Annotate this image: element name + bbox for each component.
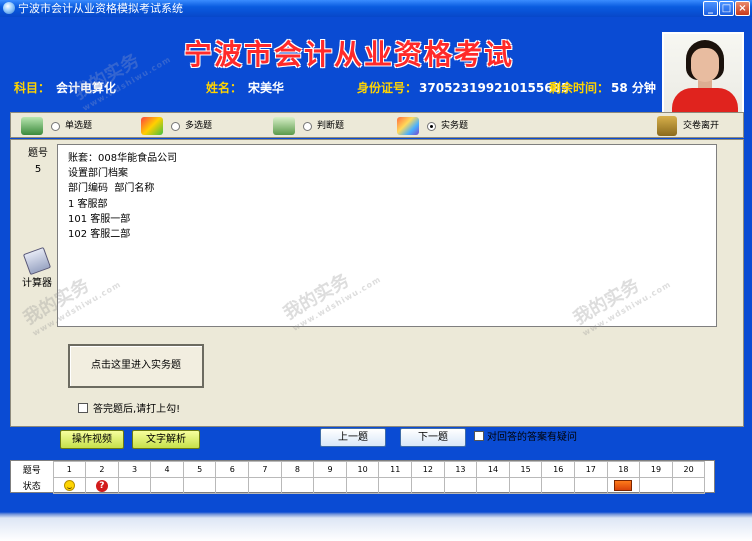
question-type-toolbar: 单选题 多选题 判断题 实务题 交卷离开 <box>10 112 744 138</box>
smiley-icon <box>63 480 75 491</box>
grid-number-cell[interactable]: 14 <box>476 461 510 478</box>
time-value: 58 分钟 <box>611 81 656 95</box>
name-info: 姓名： 宋美华 <box>206 81 285 95</box>
grid-number-cell[interactable]: 9 <box>313 461 347 478</box>
app-window: 宁波市会计从业资格模拟考试系统 _ □ × 宁波市会计从业资格考试 科目： 会计电… <box>0 0 752 541</box>
grid-status-cell[interactable] <box>345 477 380 494</box>
minimize-button[interactable]: _ <box>703 1 718 16</box>
close-button[interactable]: × <box>735 1 750 16</box>
grid-number-cell[interactable]: 18 <box>606 461 641 478</box>
grid-status-cell[interactable] <box>52 477 87 494</box>
grid-status-cell[interactable] <box>671 477 706 494</box>
id-value: 370523199210155685 <box>419 81 570 95</box>
video-button[interactable]: 操作视频 <box>60 430 124 449</box>
name-value: 宋美华 <box>248 81 285 95</box>
grid-number-cell[interactable]: 8 <box>280 461 315 478</box>
grid-status-cell[interactable] <box>476 477 510 494</box>
question-number-value: 5 <box>34 164 42 175</box>
grid-status-cell[interactable] <box>280 477 315 494</box>
grid-status-cell[interactable] <box>541 477 575 494</box>
grid-status-cell[interactable] <box>117 477 152 494</box>
grid-number-cell[interactable]: 12 <box>411 461 445 478</box>
question-line: 102 客服二部 <box>68 229 131 241</box>
analysis-button[interactable]: 文字解析 <box>132 430 200 449</box>
exam-title: 宁波市会计从业资格考试 <box>184 38 515 71</box>
grid-number-cell[interactable]: 15 <box>508 461 543 478</box>
submit-icon <box>657 116 677 136</box>
grid-number-cell[interactable]: 5 <box>182 461 217 478</box>
grid-number-cell[interactable]: 4 <box>150 461 184 478</box>
done-checkbox[interactable] <box>78 403 88 413</box>
id-info: 身份证号： 370523199210155685 <box>357 81 570 95</box>
multi-choice-radio[interactable] <box>171 122 180 131</box>
calculator-button[interactable]: 计算器 <box>17 246 57 289</box>
question-line: 设置部门档案 <box>68 168 128 180</box>
time-info: 剩余时间： 58 分钟 <box>549 81 656 95</box>
grid-status-cell[interactable] <box>150 477 184 494</box>
grid-status-cell[interactable] <box>606 477 641 494</box>
window-title: 宁波市会计从业资格模拟考试系统 <box>18 2 183 15</box>
grid-status-cell[interactable] <box>443 477 478 494</box>
done-checkbox-row[interactable]: 答完题后,请打上勾! <box>78 403 180 417</box>
grid-number-cell[interactable]: 7 <box>248 461 282 478</box>
maximize-button[interactable]: □ <box>719 1 734 16</box>
question-mark-icon: ? <box>95 479 108 492</box>
grid-status-cell[interactable] <box>248 477 282 494</box>
answer-status-grid: 题号 1 2 3 4 5 6 7 8 9 10 11 12 13 14 15 16 17 18 19 20 状态? <box>10 460 715 494</box>
grid-number-cell[interactable]: 6 <box>215 461 250 478</box>
prev-question-button[interactable]: 上一题 <box>320 428 386 447</box>
calculator-icon <box>22 246 52 276</box>
grid-number-cell[interactable]: 3 <box>117 461 152 478</box>
grid-number-cell[interactable]: 16 <box>541 461 575 478</box>
grid-number-cell[interactable]: 11 <box>378 461 413 478</box>
doubt-checkbox-row[interactable]: 对回答的答案有疑问 <box>474 431 577 445</box>
grid-number-cell[interactable]: 10 <box>345 461 380 478</box>
app-icon <box>3 2 15 14</box>
grid-status-cell[interactable] <box>508 477 543 494</box>
enter-practical-button[interactable]: 点击这里进入实务题 <box>68 344 204 388</box>
single-choice-radio[interactable] <box>51 122 60 131</box>
grid-status-cell[interactable] <box>574 477 608 494</box>
grid-status-cell[interactable] <box>411 477 445 494</box>
footer-strip <box>0 496 752 541</box>
question-line: 账套：008华能食品公司 <box>68 153 178 164</box>
grid-status-cell[interactable] <box>215 477 250 494</box>
grid-number-label: 题号 <box>22 466 41 476</box>
grid-number-cell[interactable]: 2 <box>85 461 119 478</box>
question-number: 题号 5 <box>23 146 53 178</box>
grid-number-cell[interactable]: 20 <box>671 461 706 478</box>
question-line: 1 客服部 <box>68 198 108 210</box>
title-bar: 宁波市会计从业资格模拟考试系统 _ □ × <box>0 0 752 17</box>
grid-status-cell[interactable]: ? <box>85 477 119 494</box>
single-choice-icon <box>21 117 43 135</box>
grid-status-cell[interactable] <box>378 477 413 494</box>
grid-status-cell[interactable] <box>639 477 673 494</box>
grid-status-cell[interactable] <box>182 477 217 494</box>
grid-number-cell[interactable]: 1 <box>52 461 87 478</box>
true-false-icon <box>273 117 295 135</box>
doubt-checkbox[interactable] <box>474 431 484 441</box>
practical-icon <box>397 117 419 135</box>
question-line: 部门编码 部门名称 <box>68 183 155 195</box>
question-line: 101 客服一部 <box>68 213 131 225</box>
grid-status-cell[interactable] <box>313 477 347 494</box>
grid-number-cell[interactable]: 19 <box>639 461 673 478</box>
grid-number-cell[interactable]: 17 <box>574 461 608 478</box>
multi-choice-icon <box>141 117 163 135</box>
grid-status-label: 状态 <box>22 482 41 492</box>
true-false-radio[interactable] <box>303 122 312 131</box>
grid-number-cell[interactable]: 13 <box>443 461 478 478</box>
next-question-button[interactable]: 下一题 <box>400 428 466 447</box>
practical-radio[interactable] <box>427 122 436 131</box>
arrows-icon <box>614 480 633 491</box>
